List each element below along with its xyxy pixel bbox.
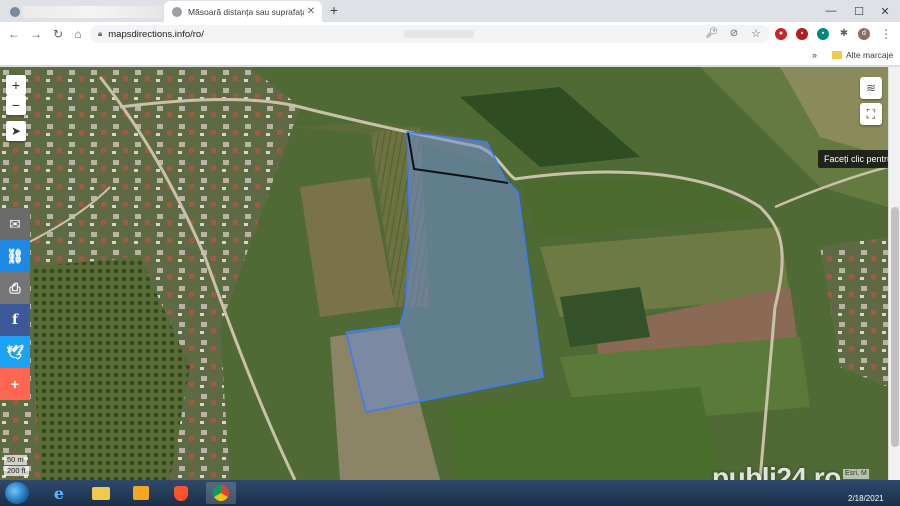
home-icon[interactable]: ⌂ — [70, 26, 86, 42]
browser-toolbar: ← → ↻ ⌂ 🔒︎ mapsdirections.info/ro/ 🔑︎ ⊘ … — [0, 22, 900, 46]
extension-red-icon[interactable]: ● — [775, 28, 787, 40]
scale-metric: 50 m — [4, 455, 27, 465]
layers-button[interactable]: ≋ — [860, 77, 882, 99]
tray-date: 2/18/2021 — [848, 494, 884, 503]
email-icon: ✉ — [9, 215, 21, 232]
link-icon: ⛓ — [6, 247, 24, 264]
lock-icon: 🔒︎ — [98, 29, 103, 38]
scrollbar-thumb[interactable] — [891, 207, 899, 447]
tab-close-icon[interactable]: ✕ — [304, 6, 318, 17]
more-plus-icon: + — [10, 376, 20, 392]
extension-badge-icon[interactable]: ▪ — [796, 28, 808, 40]
tab-inactive[interactable] — [2, 1, 162, 22]
layers-icon: ≋ — [865, 81, 877, 95]
maximize-button[interactable]: ☐ — [846, 0, 872, 22]
extension-teal-icon[interactable]: ▪ — [817, 28, 829, 40]
windows-taskbar: e 2/18/2021 — [0, 480, 900, 506]
extensions-puzzle-icon[interactable]: ✱ — [836, 26, 852, 42]
address-bar[interactable]: 🔒︎ mapsdirections.info/ro/ — [90, 25, 770, 43]
hide-icon[interactable]: ⊘ — [726, 26, 742, 42]
tab-title: Măsoară distanța sau suprafața p — [188, 6, 304, 17]
map-tooltip: Faceți clic pentru a — [818, 150, 888, 168]
folder-icon — [832, 51, 842, 59]
other-bookmarks-folder[interactable]: Alte marcaje — [846, 50, 893, 60]
tree-cluster — [560, 287, 650, 347]
url-text: mapsdirections.info/ro/ — [108, 28, 204, 40]
media-player-icon[interactable] — [126, 482, 156, 504]
navigation-arrow-icon: ➤ — [10, 124, 22, 138]
close-window-button[interactable]: ✕ — [872, 0, 898, 22]
tab-favicon-icon — [10, 6, 20, 17]
brave-icon[interactable] — [166, 482, 196, 504]
page-scrollbar[interactable] — [888, 67, 900, 480]
redacted-tab-title — [22, 6, 162, 18]
new-tab-button[interactable]: + — [326, 3, 342, 19]
facebook-icon: f — [11, 312, 19, 328]
twitter-icon: 🕊︎ — [6, 343, 24, 360]
site-favicon-icon — [172, 6, 182, 17]
reload-icon[interactable]: ↻ — [50, 26, 66, 42]
bookmarks-overflow-icon[interactable]: » — [812, 50, 817, 60]
minimize-button[interactable]: — — [818, 0, 844, 22]
fullscreen-button[interactable]: ⛶ — [860, 103, 882, 125]
share-twitter-button[interactable]: 🕊︎ — [0, 336, 30, 368]
share-email-button[interactable]: ✉ — [0, 208, 30, 240]
map-attribution: Esri, M — [843, 469, 869, 479]
site-info-icon[interactable]: 🔑︎ — [704, 26, 720, 42]
print-icon: ⎙ — [9, 279, 21, 296]
menu-kebab-icon[interactable]: ⋮ — [878, 26, 894, 42]
chrome-icon[interactable] — [206, 482, 236, 504]
zoom-out-button[interactable]: − — [6, 95, 26, 115]
satellite-map[interactable]: + − ➤ ≋ ⛶ Faceți clic pentru a 50 m 200 … — [0, 67, 888, 480]
bookmark-star-icon[interactable]: ☆ — [748, 26, 764, 42]
zoom-in-button[interactable]: + — [6, 75, 26, 95]
map-imagery — [0, 67, 888, 480]
share-link-button[interactable]: ⛓ — [0, 240, 30, 272]
start-button[interactable] — [5, 482, 29, 504]
file-explorer-icon[interactable] — [86, 482, 116, 504]
screen: Măsoară distanța sau suprafața p ✕ + — ☐… — [0, 0, 900, 506]
tab-strip: Măsoară distanța sau suprafața p ✕ + — ☐… — [0, 0, 900, 22]
scale-imperial: 200 ft — [4, 466, 29, 476]
tab-active[interactable]: Măsoară distanța sau suprafața p ✕ — [164, 1, 322, 22]
share-more-button[interactable]: + — [0, 368, 30, 400]
share-facebook-button[interactable]: f — [0, 304, 30, 336]
fullscreen-icon: ⛶ — [866, 106, 876, 121]
profile-avatar[interactable]: d — [858, 28, 870, 40]
back-arrow-icon[interactable]: ← — [6, 26, 22, 42]
bookmarks-bar: » Alte marcaje — [0, 46, 900, 66]
forward-arrow-icon[interactable]: → — [28, 26, 44, 42]
locate-button[interactable]: ➤ — [6, 121, 26, 141]
internet-explorer-icon[interactable]: e — [44, 482, 74, 504]
share-print-button[interactable]: ⎙ — [0, 272, 30, 304]
redacted-area — [403, 30, 474, 38]
